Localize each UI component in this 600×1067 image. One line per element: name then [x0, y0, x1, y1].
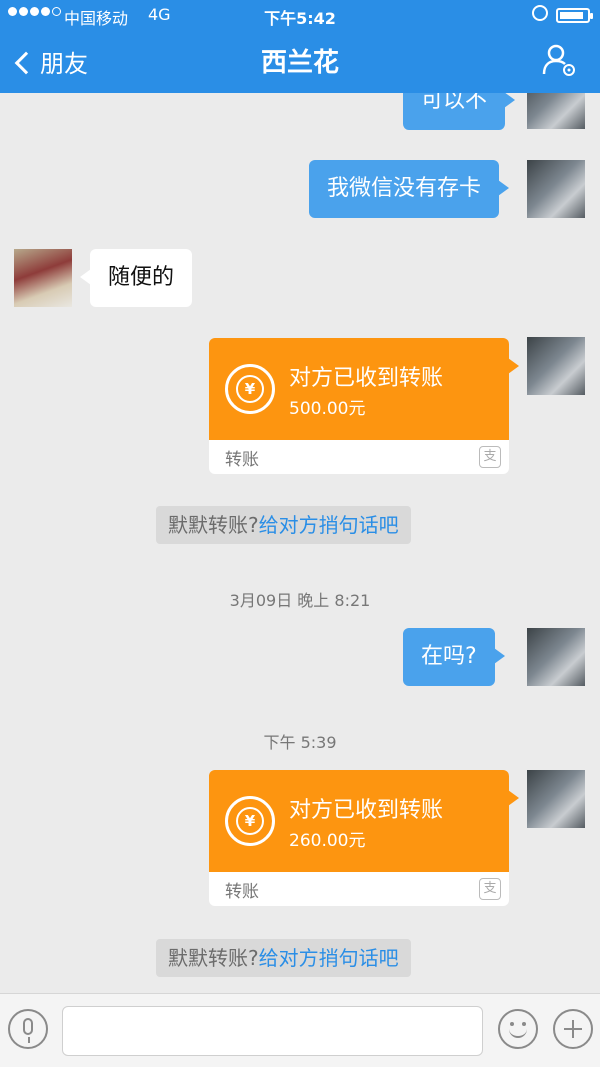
transfer-kind-label: 转账 [225, 882, 259, 902]
transfer-kind-label: 转账 [225, 450, 259, 470]
system-note: 默默转账?给对方捎句话吧 [156, 506, 411, 544]
alarm-icon [532, 5, 548, 21]
navigation-bar: 朋友 西兰花 [0, 30, 600, 93]
plus-icon[interactable] [553, 1009, 593, 1049]
transfer-amount: 260.00元 [289, 831, 366, 851]
my-avatar[interactable] [527, 160, 585, 218]
friend-settings-button[interactable] [540, 42, 580, 78]
transfer-card-footer: 转账 支 [209, 872, 509, 906]
my-avatar[interactable] [527, 337, 585, 395]
my-avatar[interactable] [527, 770, 585, 828]
transfer-card-footer: 转账 支 [209, 440, 509, 474]
system-note-prefix: 默默转账? [168, 513, 259, 537]
coin-symbol: ¥ [236, 375, 264, 403]
coin-symbol: ¥ [236, 807, 264, 835]
friend-avatar[interactable] [14, 249, 72, 307]
status-time: 下午5:42 [264, 9, 336, 28]
battery-icon [556, 8, 593, 23]
leave-message-link[interactable]: 给对方捎句话吧 [259, 513, 399, 537]
leave-message-link[interactable]: 给对方捎句话吧 [259, 946, 399, 970]
chat-title: 西兰花 [260, 48, 339, 78]
alipay-logo-icon: 支 [479, 446, 501, 468]
message-input[interactable] [62, 1006, 483, 1056]
my-avatar[interactable] [527, 93, 585, 129]
message-bubble-sent[interactable]: 我微信没有存卡 [309, 160, 510, 218]
input-bar [0, 993, 600, 1067]
timestamp: 3月09日 晚上 8:21 [229, 591, 371, 610]
transfer-status: 对方已收到转账 [289, 798, 444, 823]
my-avatar[interactable] [527, 628, 585, 686]
timestamp: 下午 5:39 [263, 733, 337, 752]
system-note-prefix: 默默转账? [168, 946, 259, 970]
transfer-status: 对方已收到转账 [289, 366, 444, 391]
message-bubble-received[interactable]: 随便的 [79, 249, 193, 307]
emoji-icon[interactable] [498, 1009, 538, 1049]
transfer-amount: 500.00元 [289, 399, 366, 419]
message-bubble-sent[interactable]: 在吗? [403, 628, 505, 686]
transfer-card[interactable]: ¥ 对方已收到转账 260.00元 转账 支 [209, 770, 519, 906]
transfer-card[interactable]: ¥ 对方已收到转账 500.00元 转账 支 [209, 338, 519, 474]
message-bubble-sent[interactable]: 可以不 [403, 93, 516, 130]
alipay-logo-icon: 支 [479, 878, 501, 900]
status-bar: 中国移动 4G 下午5:42 [0, 0, 600, 30]
transfer-card-header: ¥ 对方已收到转账 500.00元 [209, 338, 519, 440]
transfer-coin-icon: ¥ [225, 364, 275, 414]
chat-area[interactable]: 可以不 我微信没有存卡 随便的 ¥ 对方已收到转账 500.00元 转账 支 默… [0, 93, 600, 993]
transfer-card-header: ¥ 对方已收到转账 260.00元 [209, 770, 519, 872]
person-settings-icon [542, 44, 575, 76]
transfer-coin-icon: ¥ [225, 796, 275, 846]
top-bar: 中国移动 4G 下午5:42 朋友 西兰花 [0, 0, 600, 93]
system-note: 默默转账?给对方捎句话吧 [156, 939, 411, 977]
microphone-icon[interactable] [8, 1009, 48, 1049]
